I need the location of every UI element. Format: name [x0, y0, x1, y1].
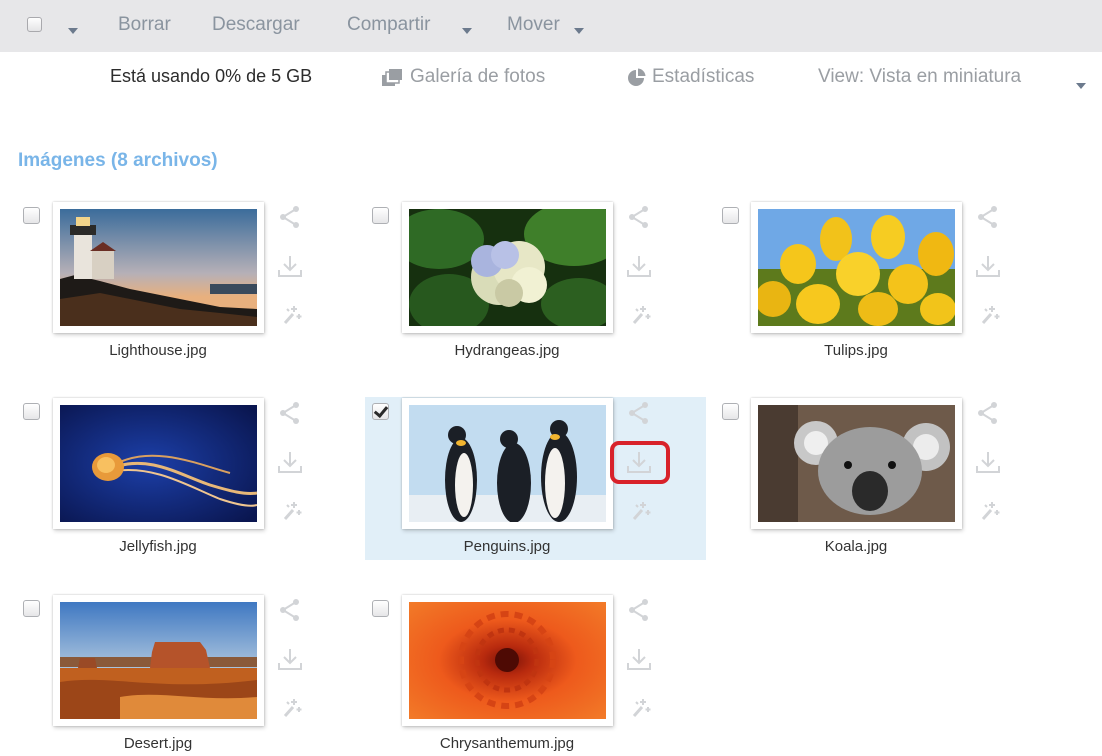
sparkle-icon[interactable]	[277, 696, 303, 722]
file-name-lighthouse[interactable]: Lighthouse.jpg	[28, 342, 288, 359]
koala-image	[758, 405, 955, 522]
share-chevron-down-icon[interactable]	[462, 28, 472, 34]
file-checkbox-chrysanthemum[interactable]	[372, 600, 389, 617]
sparkle-icon[interactable]	[626, 696, 652, 722]
sparkle-icon[interactable]	[626, 499, 652, 525]
file-checkbox-tulips[interactable]	[722, 207, 739, 224]
storage-usage-text: Está usando 0% de 5 GB	[110, 66, 313, 86]
thumbnail-koala[interactable]	[751, 398, 962, 529]
file-name-chrysanthemum[interactable]: Chrysanthemum.jpg	[377, 735, 637, 752]
file-name-jellyfish[interactable]: Jellyfish.jpg	[28, 538, 288, 555]
download-icon[interactable]	[626, 647, 652, 673]
thumbnail-desert[interactable]	[53, 595, 264, 726]
file-name-koala[interactable]: Koala.jpg	[726, 538, 986, 555]
download-icon[interactable]	[277, 647, 303, 673]
thumbnail-tulips[interactable]	[751, 202, 962, 333]
toolbar: Borrar Descargar Compartir Mover	[0, 0, 1102, 52]
view-mode-dropdown[interactable]: View: Vista en miniatura	[818, 66, 1021, 88]
thumbnail-penguins[interactable]	[402, 398, 613, 529]
select-menu-chevron-down-icon[interactable]	[68, 28, 78, 34]
file-checkbox-jellyfish[interactable]	[23, 403, 40, 420]
share-icon[interactable]	[277, 400, 303, 426]
share-button[interactable]: Compartir	[347, 14, 430, 36]
photo-gallery-link[interactable]: Galería de fotos	[410, 66, 545, 88]
section-title: Imágenes (8 archivos)	[18, 150, 218, 171]
file-name-penguins[interactable]: Penguins.jpg	[377, 538, 637, 555]
chrysanthemum-image	[409, 602, 606, 719]
file-name-desert[interactable]: Desert.jpg	[28, 735, 288, 752]
view-chevron-down-icon[interactable]	[1076, 83, 1086, 89]
penguins-image	[409, 405, 606, 522]
delete-button[interactable]: Borrar	[118, 14, 171, 36]
sparkle-icon[interactable]	[277, 499, 303, 525]
thumbnail-jellyfish[interactable]	[53, 398, 264, 529]
select-all-checkbox[interactable]	[27, 17, 42, 32]
tulips-image	[758, 209, 955, 326]
download-icon[interactable]	[626, 254, 652, 280]
pie-chart-icon[interactable]	[626, 68, 648, 88]
share-icon[interactable]	[975, 204, 1001, 230]
thumbnail-lighthouse[interactable]	[53, 202, 264, 333]
download-icon[interactable]	[277, 254, 303, 280]
statistics-link[interactable]: Estadísticas	[652, 66, 754, 88]
thumbnail-chrysanthemum[interactable]	[402, 595, 613, 726]
file-checkbox-desert[interactable]	[23, 600, 40, 617]
file-name-tulips[interactable]: Tulips.jpg	[726, 342, 986, 359]
hydrangeas-image	[409, 209, 606, 326]
thumbnail-hydrangeas[interactable]	[402, 202, 613, 333]
share-icon[interactable]	[277, 204, 303, 230]
desert-image	[60, 602, 257, 719]
share-icon[interactable]	[626, 400, 652, 426]
sparkle-icon[interactable]	[626, 303, 652, 329]
move-chevron-down-icon[interactable]	[574, 28, 584, 34]
lighthouse-image	[60, 209, 257, 326]
file-checkbox-lighthouse[interactable]	[23, 207, 40, 224]
sparkle-icon[interactable]	[975, 499, 1001, 525]
download-icon[interactable]	[277, 450, 303, 476]
file-checkbox-koala[interactable]	[722, 403, 739, 420]
file-checkbox-penguins[interactable]	[372, 403, 389, 420]
share-icon[interactable]	[277, 597, 303, 623]
move-button[interactable]: Mover	[507, 14, 560, 36]
download-icon[interactable]	[975, 254, 1001, 280]
sparkle-icon[interactable]	[277, 303, 303, 329]
jellyfish-image	[60, 405, 257, 522]
share-icon[interactable]	[975, 400, 1001, 426]
download-icon[interactable]	[975, 450, 1001, 476]
gallery-icon[interactable]	[381, 68, 403, 88]
share-icon[interactable]	[626, 597, 652, 623]
download-button[interactable]: Descargar	[212, 14, 300, 36]
file-name-hydrangeas[interactable]: Hydrangeas.jpg	[377, 342, 637, 359]
file-checkbox-hydrangeas[interactable]	[372, 207, 389, 224]
share-icon[interactable]	[626, 204, 652, 230]
sparkle-icon[interactable]	[975, 303, 1001, 329]
download-highlight-box	[610, 441, 670, 484]
